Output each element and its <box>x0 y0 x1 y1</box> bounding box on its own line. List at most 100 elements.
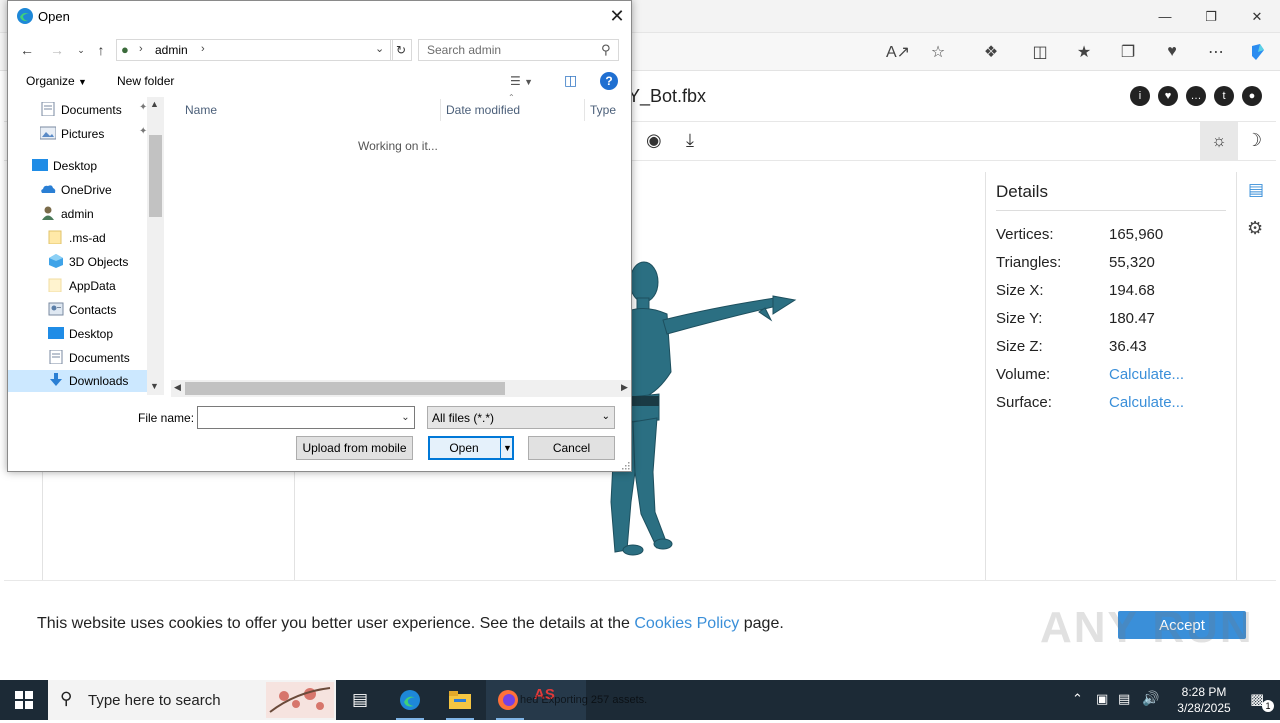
column-date-modified[interactable]: Date modified <box>446 99 520 121</box>
nav-item-label: 3D Objects <box>69 255 129 269</box>
copilot-icon[interactable] <box>1244 39 1272 65</box>
nav-item-appdata[interactable]: AppData <box>48 275 148 297</box>
calculate-surface-link[interactable]: Calculate... <box>1109 394 1184 411</box>
open-split-dropdown-icon[interactable]: ▼ <box>500 438 514 458</box>
calculate-volume-link[interactable]: Calculate... <box>1109 366 1184 383</box>
scroll-left-icon[interactable]: ◀ <box>174 382 181 393</box>
column-separator[interactable] <box>584 99 585 121</box>
github-icon[interactable]: ● <box>1242 86 1262 106</box>
clock[interactable]: 8:28 PM 3/28/2025 <box>1166 684 1242 716</box>
model-file-title: Y_Bot.fbx <box>628 86 707 106</box>
view-options-icon[interactable]: ☰ ▼ <box>510 74 533 88</box>
navigation-scroll-thumb[interactable] <box>149 135 162 217</box>
dialog-search-input[interactable]: Search admin ⚲ <box>418 39 619 61</box>
nav-item-label: Documents <box>69 351 130 365</box>
settings-gear-icon[interactable]: ⚙ <box>1247 218 1263 239</box>
forward-arrow-icon[interactable]: → <box>46 39 68 61</box>
resize-grip-icon[interactable] <box>620 460 630 470</box>
refresh-icon[interactable]: ↻ <box>390 39 412 61</box>
scroll-up-icon[interactable]: ▲ <box>150 99 159 109</box>
dark-theme-icon[interactable]: ☽ <box>1246 130 1262 151</box>
collections-icon[interactable]: ❐ <box>1114 39 1142 65</box>
close-window-button[interactable]: ✕ <box>1234 0 1280 33</box>
dialog-close-button[interactable]: ✕ <box>604 5 630 27</box>
export-icon[interactable]: ⤓ <box>686 130 694 151</box>
chat-icon[interactable]: … <box>1186 86 1206 106</box>
taskbar-edge[interactable] <box>386 680 434 720</box>
nav-item-onedrive[interactable]: OneDrive <box>40 179 148 201</box>
show-hidden-icons-chevron-icon[interactable]: ⌃ <box>1072 691 1083 707</box>
new-folder-button[interactable]: New folder <box>117 74 174 88</box>
detail-label: Size Z: <box>996 338 1043 355</box>
column-type[interactable]: Type <box>590 99 616 121</box>
detail-value: 36.43 <box>1109 338 1147 355</box>
restore-button[interactable]: ❐ <box>1188 0 1234 33</box>
twitter-icon[interactable]: t <box>1214 86 1234 106</box>
extensions-icon[interactable]: ❖ <box>977 39 1005 65</box>
nav-item-label: admin <box>61 207 94 221</box>
detail-label: Surface: <box>996 394 1052 411</box>
system-tray: ⌃ ▣ ▤ 🔊 8:28 PM 3/28/2025 ▩ 1 <box>1064 680 1280 720</box>
nav-item-ms-ad[interactable]: .ms-ad <box>48 227 148 249</box>
breadcrumb-admin[interactable]: admin <box>155 43 188 57</box>
snapshot-camera-icon[interactable]: ◉ <box>646 130 662 151</box>
taskbar-search[interactable]: ⚲ Type here to search <box>48 680 336 720</box>
nav-item-documents[interactable]: Documents <box>48 347 148 369</box>
nav-item-pictures-pinned[interactable]: Pictures ✦ <box>40 123 148 145</box>
path-dropdown-chevron-icon[interactable]: ⌄ <box>375 42 384 55</box>
detail-row-volume: Volume: Calculate... <box>996 366 1236 388</box>
file-type-select[interactable]: All files (*.*) ⌄ <box>427 406 615 429</box>
file-list-horizontal-scrollbar[interactable]: ◀ ▶ <box>171 380 631 397</box>
light-theme-icon[interactable]: ☼ <box>1200 122 1238 160</box>
nav-item-downloads[interactable]: Downloads <box>8 370 147 392</box>
column-separator[interactable] <box>440 99 441 121</box>
start-button[interactable] <box>0 680 48 720</box>
address-path[interactable]: ● › admin › ⌄ <box>116 39 393 61</box>
user-folder-icon: ● <box>121 42 129 57</box>
minimize-button[interactable]: — <box>1142 0 1188 33</box>
cookies-policy-link[interactable]: Cookies Policy <box>634 615 739 632</box>
nav-item-documents-pinned[interactable]: Documents ✦ <box>40 99 148 121</box>
split-screen-icon[interactable]: ◫ <box>1026 39 1054 65</box>
horizontal-scroll-thumb[interactable] <box>185 382 505 395</box>
column-name[interactable]: Name <box>185 99 217 121</box>
network-icon[interactable]: ▤ <box>1118 691 1130 707</box>
edge-icon <box>400 690 420 710</box>
task-view-button[interactable]: ▤ <box>336 680 384 720</box>
scroll-right-icon[interactable]: ▶ <box>621 382 628 393</box>
preview-pane-icon[interactable]: ◫ <box>564 72 577 89</box>
dialog-title: Open <box>38 9 70 24</box>
nav-item-contacts[interactable]: Contacts <box>48 299 148 321</box>
heart-icon[interactable]: ♥ <box>1158 86 1178 106</box>
performance-icon[interactable]: ♥ <box>1158 39 1186 65</box>
read-aloud-icon[interactable]: A↗ <box>884 39 912 65</box>
upload-from-mobile-button[interactable]: Upload from mobile <box>296 436 413 460</box>
favorite-star-icon[interactable]: ☆ <box>924 39 952 65</box>
back-arrow-icon[interactable]: ← <box>16 39 38 61</box>
organize-button[interactable]: Organize ▼ <box>26 74 87 88</box>
more-menu-icon[interactable]: ⋯ <box>1202 39 1230 65</box>
task-view-icon: ▤ <box>351 690 369 709</box>
taskbar-file-explorer[interactable] <box>436 680 484 720</box>
cancel-button[interactable]: Cancel <box>528 436 615 460</box>
nav-item-admin[interactable]: admin <box>40 203 148 225</box>
open-file-dialog: Open ✕ ← → ⌄ ↑ ● › admin › ⌄ ↻ Search ad… <box>7 0 632 472</box>
up-arrow-icon[interactable]: ↑ <box>90 39 112 61</box>
device-icon[interactable]: ▣ <box>1096 691 1108 707</box>
organize-dropdown-icon: ▼ <box>78 77 87 87</box>
details-doc-icon[interactable]: ▤ <box>1248 180 1264 200</box>
volume-icon[interactable]: 🔊 <box>1142 690 1159 707</box>
file-name-input[interactable] <box>197 406 415 429</box>
favorites-icon[interactable]: ★ <box>1070 39 1098 65</box>
help-icon[interactable]: ? <box>600 72 618 90</box>
info-icon[interactable]: i <box>1130 86 1150 106</box>
scroll-down-icon[interactable]: ▼ <box>150 381 159 391</box>
nav-item-desktop-sub[interactable]: Desktop <box>48 323 148 345</box>
file-name-dropdown-chevron-icon[interactable]: ⌄ <box>397 407 414 428</box>
detail-value: 194.68 <box>1109 282 1155 299</box>
dialog-command-bar: Organize ▼ New folder ☰ ▼ ◫ ? <box>8 69 633 95</box>
recent-locations-chevron-icon[interactable]: ⌄ <box>70 39 92 61</box>
navigation-scrollbar[interactable]: ▲ ▼ <box>147 97 164 395</box>
nav-item-desktop[interactable]: Desktop <box>32 155 140 177</box>
nav-item-3d-objects[interactable]: 3D Objects <box>48 251 148 273</box>
